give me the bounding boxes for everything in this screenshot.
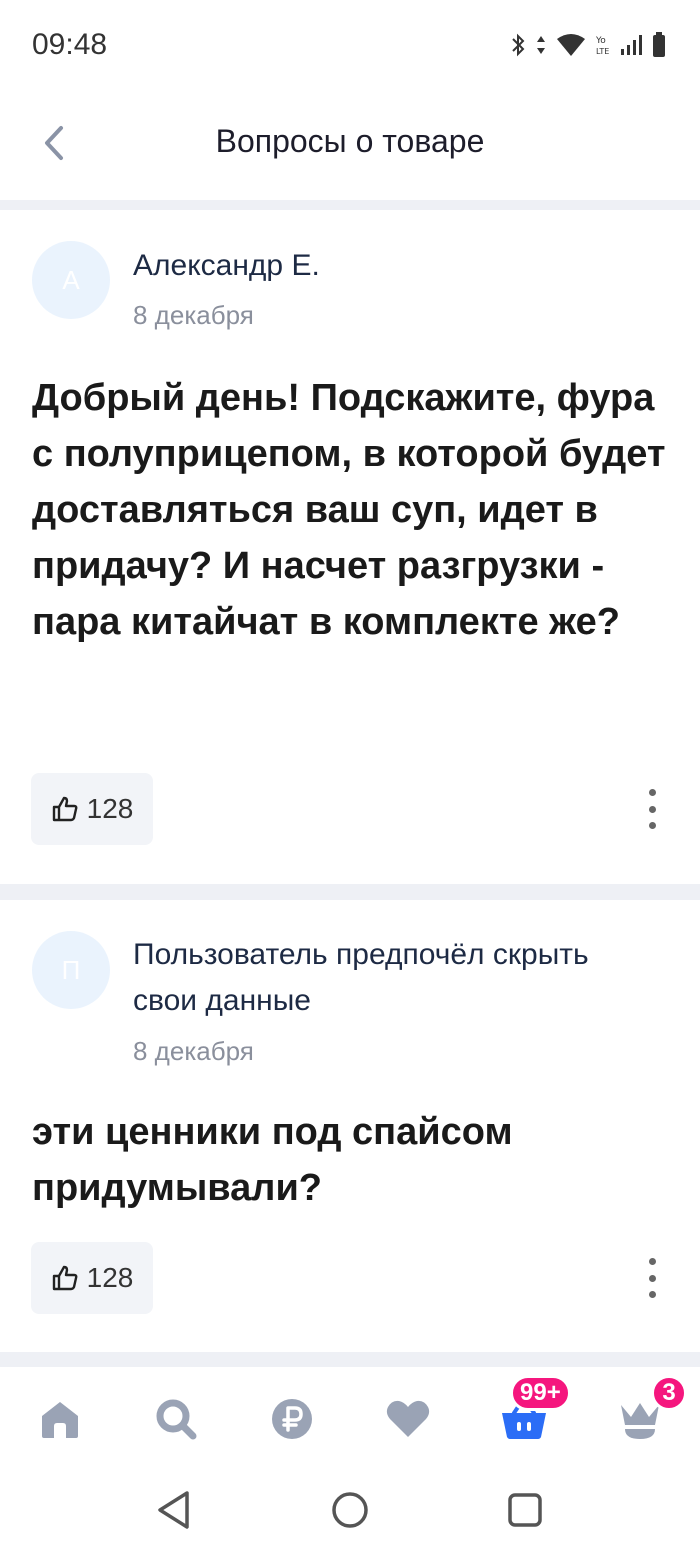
battery-icon <box>653 32 665 57</box>
more-dot <box>648 805 656 813</box>
question-card: П Пользователь предпочёл скрыть свои дан… <box>0 900 700 1352</box>
question-card: А Александр Е. 8 декабря Добрый день! По… <box>0 210 700 884</box>
more-options-button[interactable] <box>632 783 672 835</box>
svg-text:LTE: LTE <box>596 47 609 56</box>
section-divider <box>0 884 700 900</box>
author-name: Пользователь предпочёл скрыть свои данны… <box>133 938 589 1017</box>
search-icon <box>156 1399 197 1440</box>
wifi-icon <box>557 34 585 56</box>
avatar: П <box>32 931 110 1009</box>
more-dot <box>648 789 656 796</box>
nav-balance[interactable] <box>264 1391 320 1447</box>
app-header: Вопросы о товаре <box>0 95 700 200</box>
signal-icon <box>621 35 642 55</box>
question-text: эти ценники под спайсом придумывали? <box>32 1111 513 1209</box>
system-recents-button[interactable] <box>501 1486 549 1534</box>
recents-square-icon <box>508 1493 542 1527</box>
avatar: А <box>32 241 110 319</box>
section-divider <box>0 1352 700 1366</box>
like-count: 128 <box>86 1262 134 1293</box>
author-name: Александр Е. <box>133 249 320 282</box>
more-dot <box>648 1274 656 1282</box>
status-bar: 09:48 Yo LTE <box>0 0 700 95</box>
heart-icon <box>386 1400 430 1437</box>
home-icon <box>42 1402 78 1438</box>
bottom-navigation: 99+ 3 <box>0 1366 700 1466</box>
svg-text:Yo: Yo <box>596 36 606 46</box>
thumbs-up-icon <box>52 796 78 822</box>
data-arrows-icon <box>537 36 545 54</box>
nav-home[interactable] <box>32 1391 88 1447</box>
system-back-button[interactable] <box>150 1486 198 1534</box>
profile-badge: 3 <box>651 1375 687 1411</box>
nav-favorites[interactable] <box>380 1391 436 1447</box>
status-time: 09:48 <box>32 28 108 61</box>
bluetooth-icon <box>512 33 525 57</box>
status-icons: Yo LTE <box>510 32 666 58</box>
like-button[interactable]: 128 <box>31 1242 153 1314</box>
system-home-button[interactable] <box>326 1486 374 1534</box>
ruble-icon <box>272 1399 312 1439</box>
nav-search[interactable] <box>148 1391 204 1447</box>
back-triangle-icon <box>158 1491 189 1529</box>
basket-badge: 99+ <box>510 1375 571 1411</box>
home-circle-icon <box>332 1492 368 1528</box>
question-date: 8 декабря <box>133 300 254 330</box>
more-options-button[interactable] <box>632 1252 672 1304</box>
question-text: Добрый день! Подскажите, фура с полуприц… <box>32 377 666 643</box>
system-navigation <box>0 1466 700 1556</box>
section-divider <box>0 200 700 210</box>
more-dot <box>648 822 656 829</box>
page-title: Вопросы о товаре <box>215 123 485 159</box>
thumbs-up-icon <box>52 1265 78 1291</box>
like-count: 128 <box>86 793 134 824</box>
more-dot <box>648 1258 656 1265</box>
question-date: 8 декабря <box>133 1036 254 1066</box>
more-dot <box>648 1291 656 1298</box>
like-button[interactable]: 128 <box>31 773 153 845</box>
volte-icon: YoLTE <box>596 36 609 56</box>
